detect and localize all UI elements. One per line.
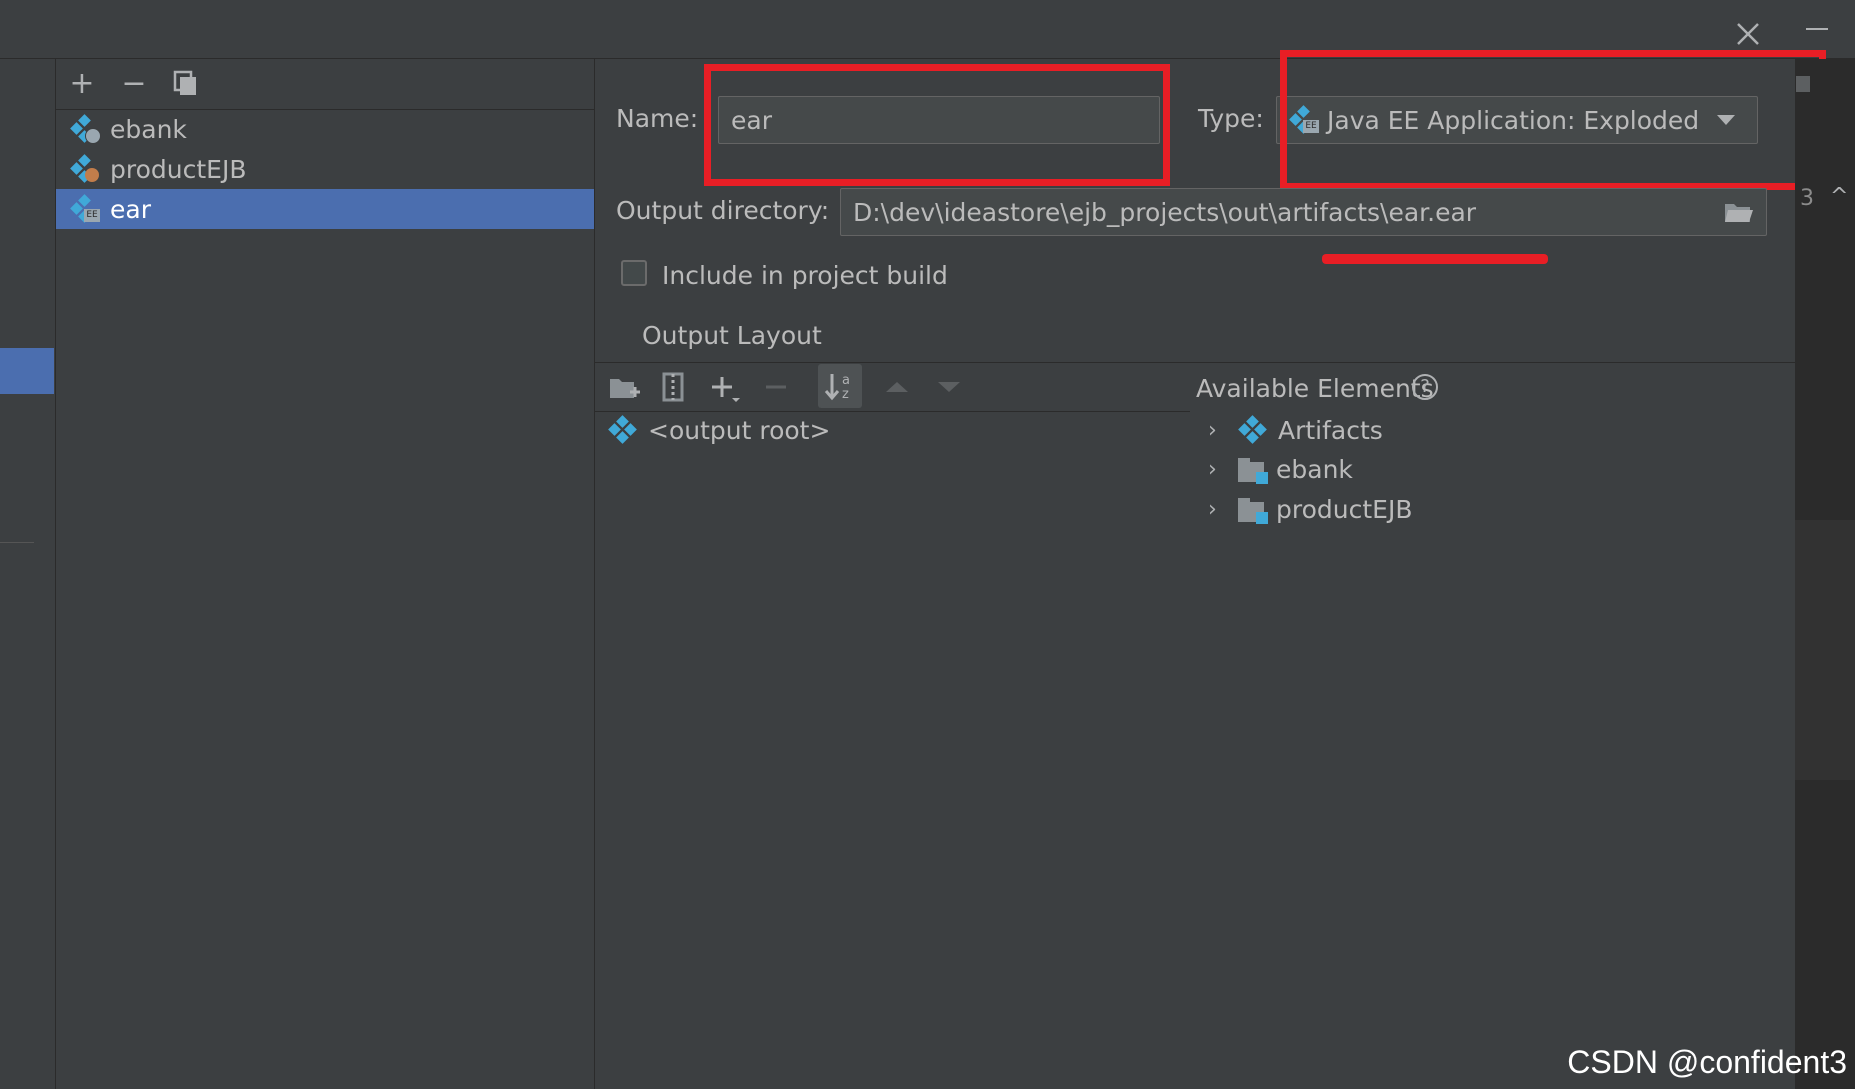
output-root-node[interactable]: <output root> [608, 415, 830, 445]
available-item-ebank[interactable]: › ebank [1208, 455, 1353, 484]
svg-text:z: z [842, 387, 849, 402]
stop-icon [1796, 76, 1810, 92]
remove-artifact-button[interactable]: − [114, 63, 154, 103]
module-folder-icon [1238, 457, 1268, 484]
add-artifact-button[interactable]: + [62, 63, 102, 103]
artifact-list-toolbar: + − [56, 59, 594, 110]
available-item-artifacts[interactable]: › Artifacts [1208, 415, 1383, 445]
type-label: Type: [1198, 104, 1264, 133]
background-panel [1795, 520, 1855, 780]
create-directory-icon[interactable] [606, 370, 640, 408]
side-strip-selection [0, 348, 54, 394]
ear-exploded-icon: EE [70, 194, 100, 224]
artifact-item-ear[interactable]: EE ear [56, 189, 594, 229]
chevron-right-icon[interactable]: › [1208, 497, 1238, 522]
close-icon[interactable] [1728, 14, 1768, 54]
available-item-productejb[interactable]: › productEJB [1208, 495, 1412, 524]
tab-output-layout[interactable]: Output Layout [642, 321, 822, 350]
add-icon[interactable] [706, 370, 746, 408]
highlight-underline [1322, 254, 1548, 264]
available-item-label: Artifacts [1278, 415, 1383, 445]
available-elements-title: Available Elements [1196, 374, 1434, 403]
move-down-icon[interactable] [932, 374, 966, 404]
available-item-label: productEJB [1276, 495, 1413, 524]
artifact-item-ebank[interactable]: ebank [56, 109, 594, 149]
move-up-icon[interactable] [880, 374, 914, 404]
chevron-up-icon[interactable]: ^ [1830, 184, 1848, 209]
svg-text:a: a [842, 373, 850, 388]
artifact-item-label: ebank [110, 114, 187, 144]
help-icon[interactable]: ? [1412, 374, 1438, 400]
highlight-name-box [704, 64, 1170, 186]
remove-icon[interactable] [760, 370, 794, 408]
watermark: CSDN @confident3 [1567, 1044, 1847, 1080]
highlight-type-box [1280, 50, 1826, 190]
name-label: Name: [616, 104, 699, 133]
artifacts-icon [1238, 415, 1268, 445]
copy-icon[interactable] [166, 63, 206, 103]
include-in-build-label: Include in project build [662, 261, 948, 290]
layout-toolbar-divider [595, 411, 1190, 412]
side-strip-divider [0, 542, 34, 543]
artifact-item-productejb[interactable]: productEJB [56, 149, 594, 189]
tab-divider [595, 362, 1795, 363]
artifact-item-label: productEJB [110, 154, 247, 184]
side-strip [0, 59, 56, 1089]
artifact-item-label: ear [110, 194, 151, 224]
chevron-right-icon[interactable]: › [1208, 457, 1238, 482]
output-directory-label: Output directory: [616, 196, 830, 225]
ejb-icon [70, 154, 100, 184]
archive-icon[interactable] [656, 370, 690, 408]
module-folder-icon [1238, 497, 1268, 524]
output-directory-input[interactable]: D:\dev\ideastore\ejb_projects\out\artifa… [840, 188, 1767, 236]
available-item-label: ebank [1276, 455, 1353, 484]
artifact-root-icon [608, 415, 638, 445]
chevron-right-icon[interactable]: › [1208, 418, 1238, 443]
output-directory-value: D:\dev\ideastore\ejb_projects\out\artifa… [853, 197, 1477, 227]
editor-line-number: 3 [1800, 186, 1814, 211]
war-exploded-icon [70, 114, 101, 144]
sort-icon[interactable]: az [818, 364, 862, 408]
folder-open-icon[interactable] [1724, 200, 1754, 230]
minimize-icon[interactable] [1806, 28, 1828, 30]
include-in-build-checkbox[interactable] [621, 260, 647, 286]
output-root-label: <output root> [648, 415, 831, 445]
